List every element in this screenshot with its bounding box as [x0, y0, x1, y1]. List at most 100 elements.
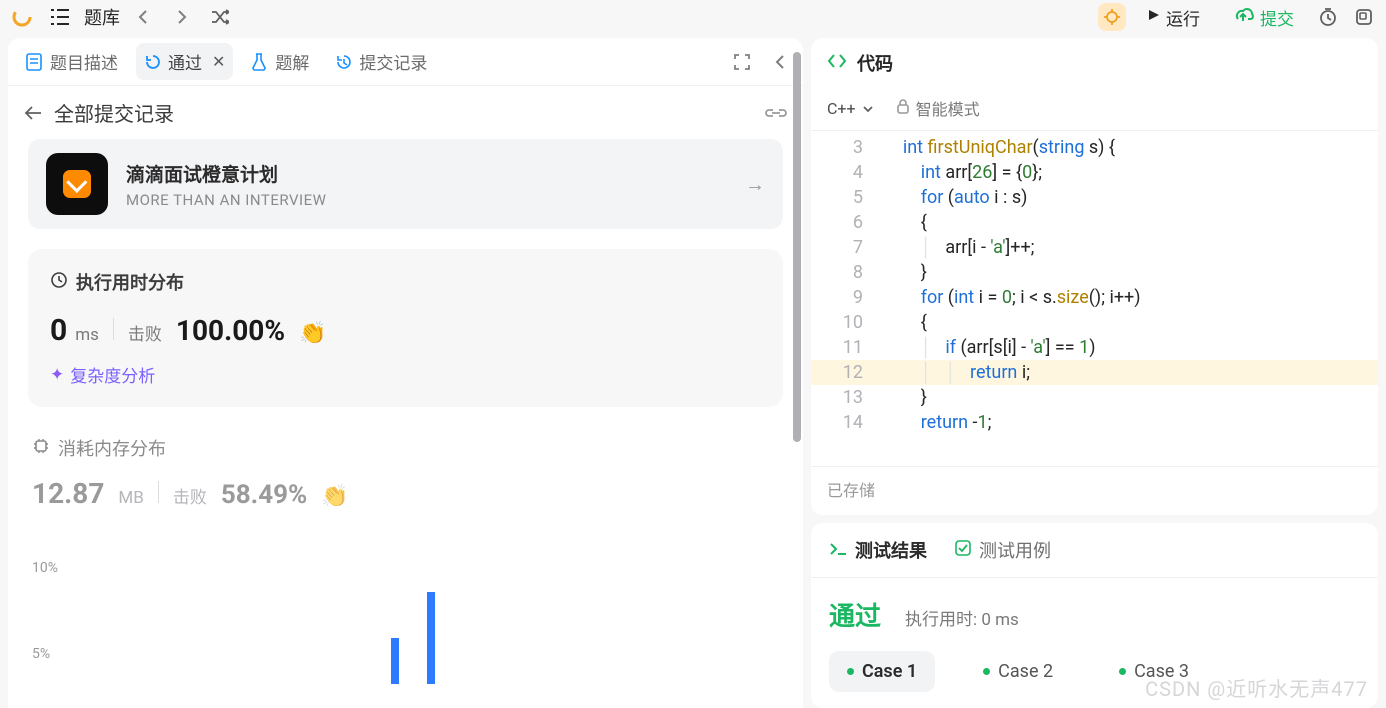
line-number: 6: [811, 210, 881, 235]
complexity-link[interactable]: ✦ 复杂度分析: [50, 362, 761, 387]
subheader-label[interactable]: 全部提交记录: [54, 98, 174, 127]
line-number: 12: [811, 360, 881, 385]
code-text: }: [881, 260, 927, 285]
left-tabs: 题目描述 通过 ✕ 题解 提交记录: [8, 38, 803, 86]
case-2-button[interactable]: Case 2: [965, 651, 1071, 692]
code-text: {: [881, 210, 927, 235]
code-line[interactable]: 13 }: [811, 385, 1378, 410]
checkbox-icon: [955, 540, 971, 561]
history2-icon: [335, 53, 353, 71]
line-number: 8: [811, 260, 881, 285]
code-line[interactable]: 11 │ if (arr[s[i] - 'a'] == 1): [811, 335, 1378, 360]
promo-title: 滴滴面试橙意计划: [126, 160, 727, 187]
link-icon[interactable]: [765, 101, 787, 125]
clap-icon: 👏: [299, 321, 326, 346]
sparkle-icon: ✦: [50, 365, 64, 385]
code-editor[interactable]: 3 int firstUniqChar(string s) {4 int arr…: [811, 131, 1378, 466]
sparkle-bug-icon[interactable]: [1098, 3, 1126, 31]
clock-icon: [50, 271, 68, 294]
case-3-button[interactable]: Case 3: [1101, 651, 1207, 692]
memory-block: 消耗内存分布 12.87 MB 击败 58.49% 👏 10% 5%: [28, 435, 783, 684]
language-label: C++: [827, 99, 856, 118]
case-1-button[interactable]: Case 1: [829, 651, 935, 692]
runtime-value: 0: [50, 313, 67, 348]
pass-status: 通过: [829, 596, 881, 633]
code-text: }: [881, 385, 927, 410]
mem-beat-label: 击败: [173, 483, 207, 508]
language-select[interactable]: C++: [827, 99, 874, 118]
runtime-card: 执行用时分布 0 ms 击败 100.00% 👏 ✦ 复杂度分析: [28, 249, 783, 407]
code-icon: [827, 53, 847, 74]
code-line[interactable]: 6 {: [811, 210, 1378, 235]
code-line[interactable]: 3 int firstUniqChar(string s) {: [811, 135, 1378, 160]
code-line[interactable]: 9 for (int i = 0; i < s.size(); i++): [811, 285, 1378, 310]
promo-subtitle: MORE THAN AN INTERVIEW: [126, 191, 727, 209]
shuffle-icon[interactable]: [206, 3, 234, 31]
close-icon[interactable]: ✕: [212, 52, 225, 71]
mem-beat-pct: 58.49%: [221, 480, 307, 510]
timer-icon[interactable]: [1314, 3, 1342, 31]
line-number: 3: [811, 135, 881, 160]
tab-description[interactable]: 题目描述: [18, 43, 126, 80]
collapse-left-icon[interactable]: [767, 49, 793, 75]
arrow-right-icon: →: [745, 172, 765, 197]
line-number: 5: [811, 185, 881, 210]
chevron-down-icon: [862, 99, 874, 118]
code-line[interactable]: 14 return -1;: [811, 410, 1378, 435]
right-panel: 代码 C++ 智能模式 3 int firstUniqChar(string s…: [811, 38, 1378, 708]
line-number: 13: [811, 385, 881, 410]
play-icon: [1146, 7, 1160, 27]
library-label[interactable]: 题库: [84, 4, 120, 30]
status-dot-icon: [983, 668, 990, 675]
chart-bar: [427, 592, 435, 684]
code-line[interactable]: 5 for (auto i : s): [811, 185, 1378, 210]
tab-label: 测试用例: [979, 537, 1051, 563]
tab-test-result[interactable]: 测试结果: [829, 537, 927, 563]
test-section: 测试结果 测试用例 通过 执行用时: 0 ms Case 1 Case 2 Ca…: [811, 523, 1378, 708]
tab-solution[interactable]: 题解: [243, 43, 317, 80]
code-line[interactable]: 10 {: [811, 310, 1378, 335]
notes-icon[interactable]: [1350, 3, 1378, 31]
pass-runtime: 执行用时: 0 ms: [905, 605, 1019, 630]
separator: [158, 481, 159, 503]
clap-icon: 👏: [321, 484, 348, 509]
case-label: Case 3: [1134, 661, 1189, 682]
saved-label: 已存储: [811, 466, 1378, 515]
complexity-label: 复杂度分析: [70, 362, 155, 387]
fullscreen-icon[interactable]: [729, 49, 755, 75]
code-line[interactable]: 12 │ │ return i;: [811, 360, 1378, 385]
submit-label: 提交: [1260, 5, 1294, 30]
tab-test-cases[interactable]: 测试用例: [955, 537, 1051, 563]
submit-button[interactable]: 提交: [1220, 1, 1306, 34]
prev-icon[interactable]: [130, 3, 158, 31]
tab-submissions[interactable]: 提交记录: [327, 43, 435, 80]
code-text: return -1;: [881, 410, 991, 435]
beat-pct: 100.00%: [176, 314, 285, 347]
code-text: int firstUniqChar(string s) {: [881, 135, 1115, 160]
list-icon[interactable]: [46, 3, 74, 31]
history-icon: [144, 53, 162, 71]
subheader-row: 全部提交记录: [8, 86, 803, 139]
memory-unit: MB: [118, 488, 143, 508]
left-scroll-area[interactable]: 滴滴面试橙意计划 MORE THAN AN INTERVIEW → 执行用时分布…: [8, 139, 803, 708]
promo-card[interactable]: 滴滴面试橙意计划 MORE THAN AN INTERVIEW →: [28, 139, 783, 229]
code-line[interactable]: 7 │ arr[i - 'a']++;: [811, 235, 1378, 260]
run-button[interactable]: 运行: [1134, 1, 1212, 34]
line-number: 4: [811, 160, 881, 185]
tab-accepted[interactable]: 通过 ✕: [136, 43, 233, 80]
back-arrow-icon[interactable]: [24, 101, 42, 125]
document-icon: [26, 53, 44, 71]
chart-bar: [391, 638, 399, 684]
ytick-5: 5%: [32, 646, 50, 662]
logo-icon[interactable]: [8, 3, 36, 31]
top-toolbar: 题库 运行 提交: [0, 0, 1386, 34]
code-line[interactable]: 4 int arr[26] = {0};: [811, 160, 1378, 185]
smart-mode-text: 智能模式: [916, 96, 980, 120]
code-line[interactable]: 8 }: [811, 260, 1378, 285]
tab-label: 提交记录: [359, 49, 427, 74]
left-panel: 题目描述 通过 ✕ 题解 提交记录: [8, 38, 803, 708]
ytick-10: 10%: [32, 560, 58, 576]
scrollbar-thumb[interactable]: [793, 52, 801, 442]
smart-mode-label[interactable]: 智能模式: [896, 96, 980, 120]
next-icon[interactable]: [168, 3, 196, 31]
